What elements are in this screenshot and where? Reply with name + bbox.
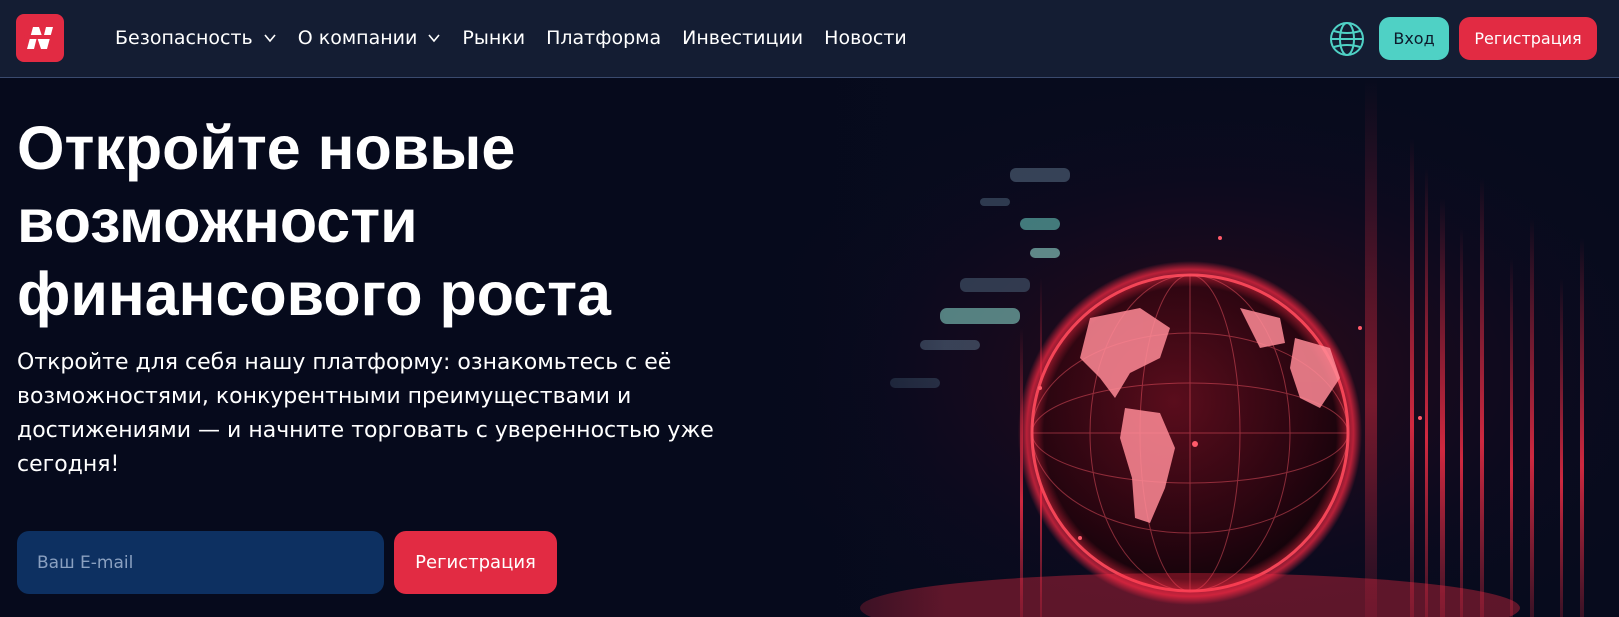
nav-item-label: Безопасность bbox=[115, 27, 253, 49]
register-button-header[interactable]: Регистрация bbox=[1459, 17, 1597, 60]
nav-item-platform[interactable]: Платформа bbox=[546, 27, 661, 49]
email-input[interactable] bbox=[17, 531, 384, 594]
nav-item-investments[interactable]: Инвестиции bbox=[682, 27, 803, 49]
nav-item-label: Новости bbox=[824, 27, 907, 49]
top-navigation-bar: Безопасность О компании Рынки Платформа … bbox=[0, 0, 1619, 78]
nav-item-label: Рынки bbox=[462, 27, 526, 49]
nav-item-label: Платформа bbox=[546, 27, 662, 49]
nav-item-label: О компании bbox=[297, 27, 418, 49]
hero-globe-image bbox=[720, 78, 1619, 617]
nav-item-security[interactable]: Безопасность bbox=[115, 27, 277, 49]
nav-item-markets[interactable]: Рынки bbox=[462, 27, 525, 49]
language-switcher[interactable] bbox=[1328, 20, 1366, 58]
hero-title: Откройте новые возможности финансового р… bbox=[17, 114, 611, 328]
register-button-hero[interactable]: Регистрация bbox=[394, 531, 557, 594]
nav-item-about[interactable]: О компании bbox=[298, 27, 442, 49]
nav-item-news[interactable]: Новости bbox=[824, 27, 907, 49]
main-nav: Безопасность О компании Рынки Платформа … bbox=[115, 0, 928, 76]
brand-logo[interactable] bbox=[16, 14, 64, 62]
hero-subtitle: Откройте для себя нашу платформу: ознако… bbox=[17, 350, 714, 477]
login-button[interactable]: Вход bbox=[1379, 17, 1449, 60]
chevron-down-icon bbox=[427, 31, 441, 45]
nav-item-label: Инвестиции bbox=[682, 27, 804, 49]
brand-n-logo-icon bbox=[24, 27, 53, 49]
globe-icon bbox=[1330, 22, 1364, 56]
chevron-down-icon bbox=[263, 31, 277, 45]
